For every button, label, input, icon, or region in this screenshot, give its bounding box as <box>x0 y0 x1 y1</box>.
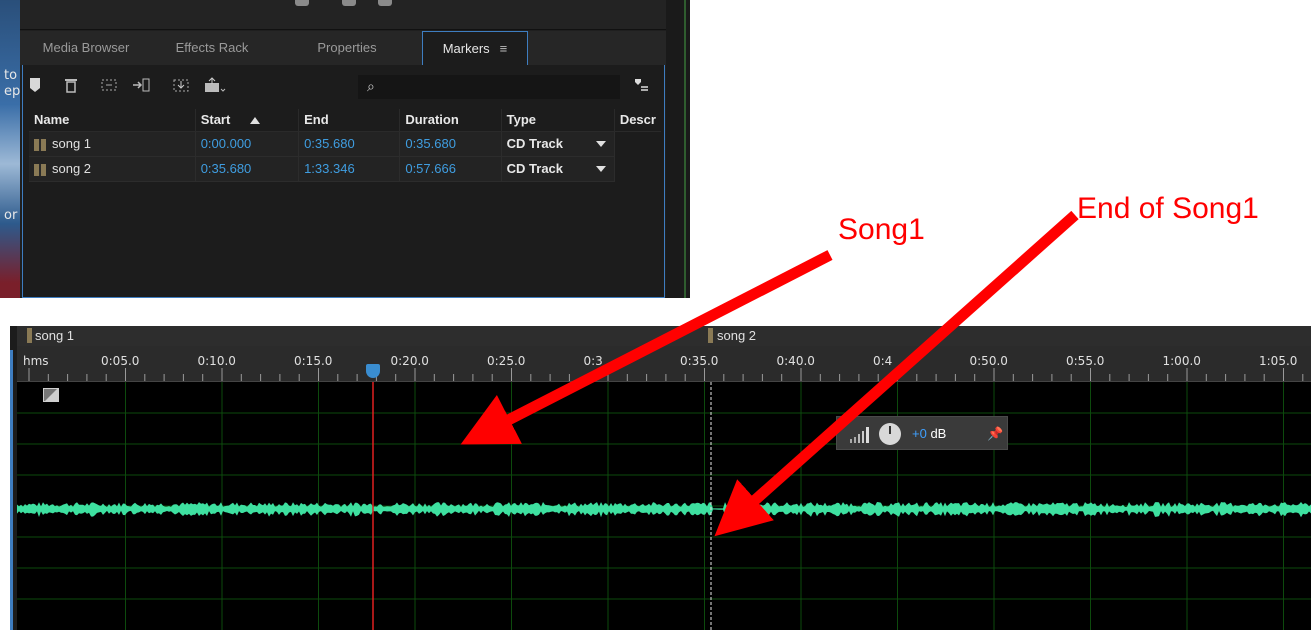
column-header-type[interactable]: Type <box>501 109 615 132</box>
gain-readout[interactable]: +0 dB <box>912 417 946 451</box>
table-row[interactable]: song 1 0:00.000 0:35.680 0:35.680 CD Tra… <box>29 131 661 157</box>
marker-description-cell[interactable] <box>614 131 661 156</box>
merge-markers-icon[interactable] <box>99 77 119 97</box>
markers-panel: to ep or Media Browser Effects Rack Prop… <box>0 0 690 298</box>
sort-ascending-icon <box>250 117 261 125</box>
column-header-end[interactable]: End <box>298 109 401 132</box>
waveform[interactable] <box>17 502 1311 518</box>
column-header-description[interactable]: Descr <box>614 109 661 132</box>
column-header-start[interactable]: Start <box>195 109 300 132</box>
marker-type-dropdown[interactable]: CD Track <box>501 131 615 157</box>
annotation-song1: Song1 <box>838 213 925 246</box>
column-header-duration[interactable]: Duration <box>399 109 502 132</box>
volume-icon[interactable] <box>378 0 392 6</box>
marker-bar: song 1 song 2 <box>17 326 1311 346</box>
markers-toolbar: ⌕ <box>23 74 663 100</box>
add-marker-icon[interactable] <box>25 77 45 97</box>
marker-filter-icon[interactable] <box>631 77 651 97</box>
table-header-row: Name Start End Duration Type Descr <box>29 109 661 132</box>
column-header-name[interactable]: Name <box>29 109 196 132</box>
dropdown-arrow-icon[interactable] <box>595 165 606 172</box>
marker-start-cell[interactable]: 0:00.000 <box>195 131 300 157</box>
markers-table: Name Start End Duration Type Descr song … <box>29 109 661 182</box>
level-meter-icon <box>850 427 869 443</box>
insert-into-playlist-icon[interactable] <box>131 77 151 97</box>
editor-left-edge <box>10 326 17 630</box>
marker-handle-icon[interactable] <box>708 328 713 343</box>
transport-strip <box>20 0 666 30</box>
transport-icon[interactable] <box>342 0 356 6</box>
marker-end-cell[interactable]: 1:33.346 <box>298 156 401 182</box>
panel-tab-bar: Media Browser Effects Rack Properties Ma… <box>20 31 666 65</box>
gain-knob[interactable] <box>879 423 901 445</box>
ruler-ticks <box>28 368 1304 381</box>
marker-duration-cell[interactable]: 0:35.680 <box>399 131 502 157</box>
tab-markers[interactable]: Markers ≡ <box>422 31 528 65</box>
marker-type-dropdown[interactable]: CD Track <box>501 156 615 182</box>
edge-text-fragment: ep <box>4 84 21 99</box>
waveform-area[interactable] <box>17 382 1311 630</box>
waveform-canvas[interactable] <box>17 382 1311 630</box>
tab-media-browser[interactable]: Media Browser <box>20 31 152 65</box>
cd-track-marker-icon <box>34 163 46 176</box>
edge-text-fragment: or <box>4 208 18 223</box>
display-toggle-icon[interactable] <box>43 388 59 402</box>
marker-label-song-1[interactable]: song 1 <box>26 326 74 346</box>
cd-track-marker-icon <box>34 138 46 151</box>
marker-name-cell[interactable]: song 2 <box>29 156 196 182</box>
marker-start-cell[interactable]: 0:35.680 <box>195 156 300 182</box>
table-row[interactable]: song 2 0:35.680 1:33.346 0:57.666 CD Tra… <box>29 156 661 182</box>
marker-label-song-2[interactable]: song 2 <box>708 326 756 346</box>
panel-menu-icon[interactable]: ≡ <box>500 32 508 66</box>
marker-search[interactable]: ⌕ <box>358 75 620 99</box>
search-icon[interactable]: ⌕ <box>367 76 375 98</box>
marker-end-cell[interactable]: 0:35.680 <box>298 131 401 157</box>
search-input[interactable] <box>391 78 611 96</box>
pin-icon[interactable]: 📌 <box>987 417 1003 451</box>
marker-name-cell[interactable]: song 1 <box>29 131 196 157</box>
tab-effects-rack[interactable]: Effects Rack <box>152 31 272 65</box>
playhead-handle[interactable] <box>366 364 380 378</box>
tab-markers-label: Markers <box>442 41 490 56</box>
marker-description-cell[interactable] <box>614 156 661 181</box>
panel-divider <box>666 0 690 298</box>
marker-duration-cell[interactable]: 0:57.666 <box>399 156 502 182</box>
marker-handle-icon[interactable] <box>27 328 32 343</box>
tab-properties[interactable]: Properties <box>272 31 422 65</box>
export-markers-icon[interactable] <box>171 77 191 97</box>
background-window-edge: to ep or <box>0 0 20 298</box>
time-ruler[interactable]: hms 0:05.0 0:10.0 0:15.0 0:20.0 0:25.0 0:3 0:3… <box>17 346 1311 382</box>
dropdown-arrow-icon[interactable] <box>595 140 606 147</box>
annotation-end-of-song1: End of Song1 <box>1077 192 1259 225</box>
transport-icon[interactable] <box>295 0 309 6</box>
delete-marker-icon[interactable] <box>61 77 81 97</box>
batch-process-icon[interactable] <box>203 77 226 97</box>
edge-text-fragment: to <box>4 68 18 83</box>
gain-hud[interactable]: +0 dB 📌 <box>836 416 1008 450</box>
waveform-editor: song 1 song 2 hms 0:05.0 0:10.0 0:15.0 0:20… <box>10 326 1311 630</box>
